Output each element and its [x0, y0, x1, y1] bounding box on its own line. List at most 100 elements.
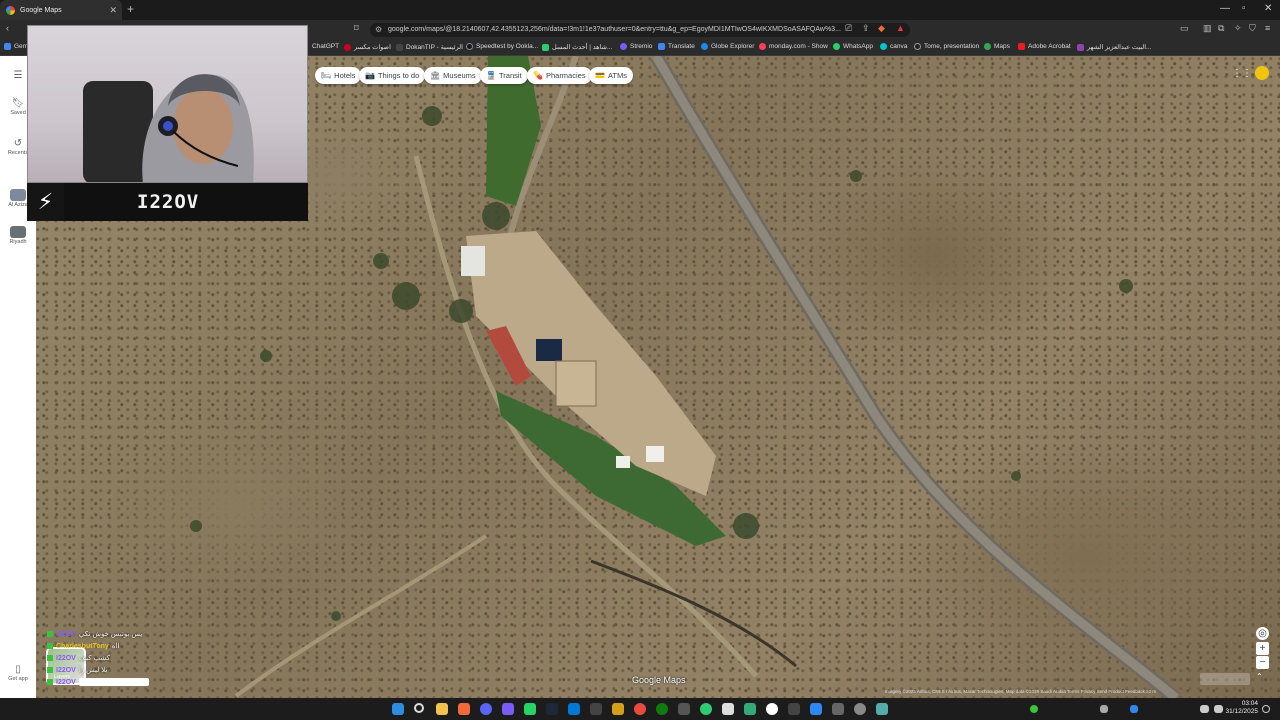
share-icon[interactable]: ⇪ — [862, 23, 870, 34]
redacted-message — [78, 678, 149, 686]
browser-menu-icon[interactable]: ≡ — [1265, 23, 1270, 33]
building-roof — [461, 246, 485, 276]
bookmark-page-icon[interactable]: ⌑ — [354, 23, 359, 34]
bookmark-item[interactable]: ChatGPT — [312, 43, 339, 50]
url-text: google.com/maps/@18.2140607,42.4355123,2… — [388, 26, 841, 33]
streamer-banner: ⚡︎ I22OV — [27, 183, 308, 221]
back-icon[interactable]: ‹ — [6, 23, 9, 33]
streamer-name: I22OV — [137, 191, 200, 213]
bookmark-item[interactable]: Gem — [4, 43, 28, 50]
app-icon[interactable] — [788, 703, 800, 715]
start-icon[interactable] — [392, 703, 404, 715]
apps-grid-icon[interactable]: ⋮⋮ — [1232, 68, 1252, 79]
bookmark-item[interactable]: Speedtest by Ookla... — [466, 43, 538, 50]
chip-things-to-do[interactable]: 📷 Things to do — [359, 67, 426, 84]
extensions-icon[interactable]: ✧ — [1234, 23, 1242, 34]
lightning-bolt-icon: ⚡︎ — [27, 183, 64, 221]
wifi-icon[interactable] — [1200, 705, 1209, 713]
chat-message: I22OV — [47, 676, 217, 688]
bookmark-item[interactable]: اصوات مكسر — [344, 43, 391, 51]
close-window-icon[interactable]: ✕ — [1264, 3, 1272, 14]
chip-pharmacies[interactable]: 💊 Pharmacies — [527, 67, 592, 84]
atm-icon: 💳 — [595, 71, 605, 80]
app-icon[interactable] — [744, 703, 756, 715]
bookmark-item[interactable]: canva — [880, 43, 907, 50]
zoom-out-button[interactable]: − — [1256, 656, 1269, 669]
chip-transit[interactable]: 🚆 Transit — [480, 67, 528, 84]
recent-place-riyadh[interactable]: Riyadh — [0, 226, 36, 245]
app-icon[interactable] — [876, 703, 888, 715]
install-app-icon[interactable]: ⎚ — [845, 23, 852, 34]
file-explorer-icon[interactable] — [436, 703, 448, 715]
get-app-button[interactable]: ▯ Get app — [0, 664, 36, 682]
bookmark-item[interactable]: Adobe Acrobat — [1018, 43, 1071, 50]
brave-shield-icon[interactable]: ◆ — [878, 23, 885, 34]
app-icon[interactable] — [722, 703, 734, 715]
volume-icon[interactable] — [1214, 705, 1223, 713]
phone-icon: ▯ — [15, 664, 21, 675]
app-icon[interactable] — [678, 703, 690, 715]
bookmark-item[interactable]: Stremio — [620, 43, 652, 50]
chip-atms[interactable]: 💳 ATMs — [589, 67, 633, 84]
stream-chat-overlay: I22OV يس بوتيس خوش تكي CharlesbutTony ااه … — [47, 628, 217, 690]
app-icon[interactable] — [502, 703, 514, 715]
notifications-icon[interactable] — [1262, 705, 1270, 713]
camera-icon: 📷 — [365, 71, 375, 80]
vpn-icon[interactable]: ⛉ — [1249, 23, 1256, 34]
bookmark-item[interactable]: Translate — [658, 43, 695, 50]
bluetooth-icon[interactable] — [1130, 705, 1138, 713]
reading-list-icon[interactable]: ▥ — [1203, 23, 1212, 34]
search-icon[interactable] — [414, 703, 424, 713]
steam-icon[interactable] — [546, 703, 558, 715]
chip-museums[interactable]: 🏛 Museums — [424, 67, 482, 84]
bookmark-favicon-icon — [344, 43, 351, 51]
expand-icon[interactable]: ⌃ — [1256, 672, 1263, 681]
app-icon[interactable] — [634, 703, 646, 715]
app-icon[interactable] — [612, 703, 624, 715]
avatar[interactable] — [1255, 66, 1269, 80]
bookmark-favicon-icon — [396, 43, 403, 51]
app-icon[interactable] — [568, 703, 580, 715]
whatsapp-icon[interactable] — [524, 703, 536, 715]
bookmark-favicon-icon — [466, 43, 473, 50]
bookmark-item[interactable]: monday.com - Show — [759, 43, 828, 50]
zoom-in-button[interactable]: + — [1256, 642, 1269, 655]
sidebar-toggle-icon[interactable]: ▭ — [1180, 23, 1189, 34]
building-roof — [555, 360, 597, 407]
maximize-icon[interactable]: ▫ — [1242, 3, 1246, 14]
street-view-strip[interactable] — [1200, 673, 1250, 685]
tab-search-icon[interactable]: ⧉ — [1218, 23, 1224, 34]
minimize-icon[interactable]: — — [1220, 3, 1230, 14]
bookmark-item[interactable]: Tome, presentation — [914, 43, 979, 50]
app-icon[interactable] — [810, 703, 822, 715]
bookmark-item[interactable]: البيت عبدالعزيز الشهر... — [1077, 43, 1151, 51]
system-clock[interactable]: 03:04 31/12/2025 — [1225, 700, 1258, 716]
brave-rewards-icon[interactable]: ▲ — [896, 23, 905, 33]
my-location-icon[interactable]: ◎ — [1256, 627, 1269, 640]
settings-icon[interactable] — [854, 703, 866, 715]
museum-icon: 🏛 — [430, 71, 441, 80]
tray-icon[interactable] — [1030, 705, 1038, 713]
bookmark-item[interactable]: Globe Explorer — [701, 43, 754, 50]
xbox-icon[interactable] — [656, 703, 668, 715]
app-icon[interactable] — [590, 703, 602, 715]
app-icon[interactable] — [832, 703, 844, 715]
tab-google-maps[interactable]: Google Maps ✕ — [0, 0, 122, 20]
close-tab-icon[interactable]: ✕ — [109, 5, 117, 16]
new-tab-button[interactable]: + — [127, 2, 134, 16]
bookmark-favicon-icon — [4, 43, 11, 50]
dirt-track — [234, 534, 488, 698]
bookmark-item[interactable]: شاهد | أحدث المسل... — [542, 43, 612, 51]
bookmark-item[interactable]: WhatsApp — [833, 43, 873, 50]
address-bar[interactable]: ⚙ google.com/maps/@18.2140607,42.4355123… — [370, 23, 910, 37]
tray-icon[interactable] — [1100, 705, 1108, 713]
chrome-icon[interactable] — [766, 703, 778, 715]
app-icon[interactable] — [700, 703, 712, 715]
bookmark-item[interactable]: DokanTIP - الرئيسية — [396, 43, 463, 51]
bookmark-item[interactable]: Maps — [984, 43, 1010, 50]
chip-hotels[interactable]: 🛏 Hotels — [315, 67, 362, 84]
app-icon[interactable] — [480, 703, 492, 715]
site-info-icon[interactable]: ⚙ — [375, 23, 382, 37]
bookmark-favicon-icon — [620, 43, 627, 50]
brave-browser-icon[interactable] — [458, 703, 470, 715]
